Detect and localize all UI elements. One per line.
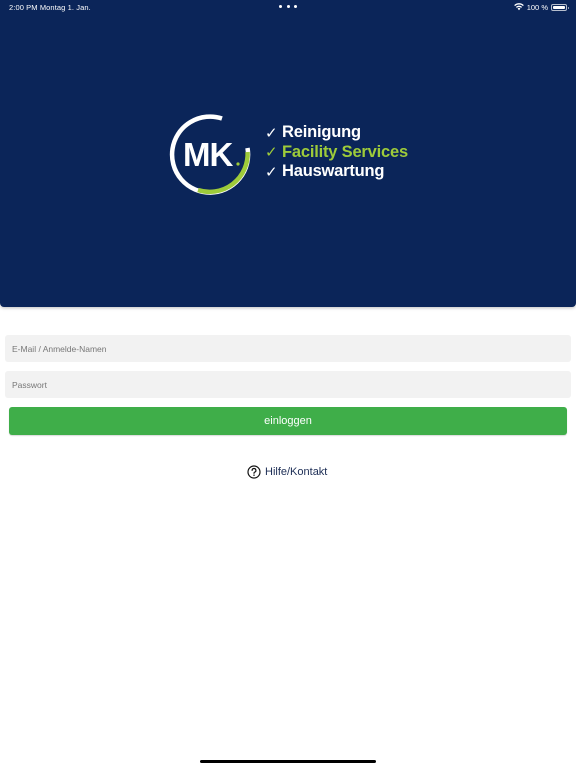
status-time: 2:00 PM Montag 1. Jan. xyxy=(9,3,91,12)
status-indicators: 100 % xyxy=(513,2,569,12)
help-contact-link[interactable]: Hilfe/Kontakt xyxy=(247,464,327,480)
mk-logo-mark: MK xyxy=(169,114,251,195)
check-icon: ✓ xyxy=(265,163,278,181)
logo-line-facility: ✓ Facility Services xyxy=(265,143,408,163)
logo-line-text: Reinigung xyxy=(282,123,361,142)
home-indicator[interactable] xyxy=(200,760,376,763)
multitasking-dots-icon[interactable] xyxy=(279,5,297,9)
question-circle-icon xyxy=(247,465,261,479)
header-banner: 2:00 PM Montag 1. Jan. 100 % MK ✓ Reinig… xyxy=(0,0,576,307)
logo-services-list: ✓ Reinigung ✓ Facility Services ✓ Hauswa… xyxy=(265,123,408,182)
logo-line-text: Hauswartung xyxy=(282,162,385,181)
logo-line-text: Facility Services xyxy=(282,142,408,161)
wifi-icon xyxy=(513,3,524,11)
email-field[interactable] xyxy=(5,335,571,362)
battery-label: 100 % xyxy=(526,2,548,12)
logo-line-cleaning: ✓ Reinigung xyxy=(265,123,408,143)
logo-line-caretaking: ✓ Hauswartung xyxy=(265,162,408,182)
check-icon: ✓ xyxy=(265,144,278,162)
battery-icon xyxy=(551,3,569,11)
help-contact-label: Hilfe/Kontakt xyxy=(265,466,328,478)
status-bar: 2:00 PM Montag 1. Jan. 100 % xyxy=(0,0,576,14)
login-button[interactable]: einloggen xyxy=(9,407,567,435)
check-icon: ✓ xyxy=(265,124,278,142)
password-field[interactable] xyxy=(5,371,571,398)
logo-monogram: MK xyxy=(183,136,233,173)
company-logo: MK ✓ Reinigung ✓ Facility Services ✓ Hau… xyxy=(168,112,413,196)
